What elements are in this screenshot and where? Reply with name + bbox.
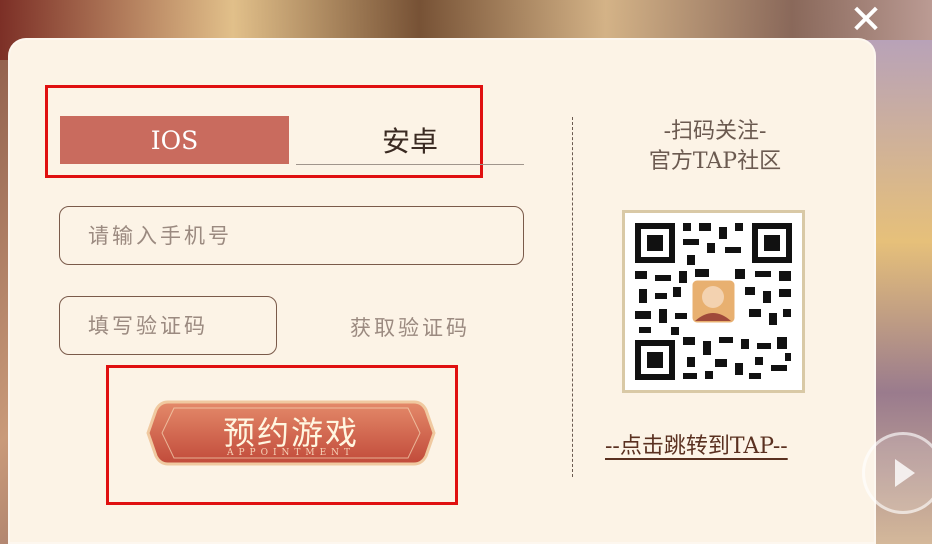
qr-title-line2: 官方TAP社区	[648, 149, 782, 174]
vertical-divider	[572, 117, 573, 477]
tab-ios[interactable]: IOS	[60, 116, 289, 164]
appointment-button[interactable]: 预约游戏 APPOINTMENT	[146, 396, 436, 470]
phone-input[interactable]	[59, 206, 524, 265]
appointment-button-sublabel: APPOINTMENT	[226, 448, 356, 458]
verification-code-input[interactable]	[59, 296, 277, 355]
get-code-button[interactable]: 获取验证码	[350, 312, 470, 340]
qr-title-line1: -扫码关注-	[663, 119, 767, 144]
tab-android[interactable]: 安卓	[296, 116, 524, 165]
qr-code-graphic	[625, 213, 802, 390]
close-icon[interactable]: ✕	[838, 0, 894, 44]
qr-title: -扫码关注- 官方TAP社区	[600, 117, 830, 177]
qr-code-icon	[622, 210, 805, 393]
tap-link[interactable]: --点击跳转到TAP--	[605, 428, 788, 459]
